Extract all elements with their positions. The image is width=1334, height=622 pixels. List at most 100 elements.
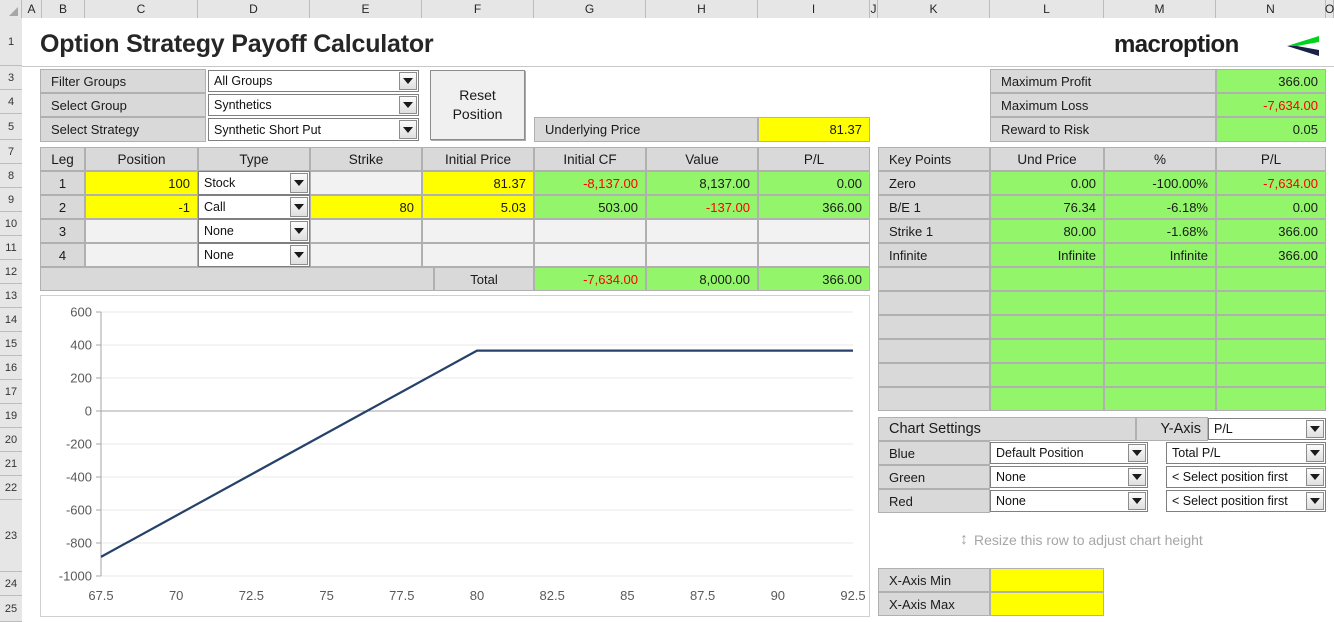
column-header-I[interactable]: I — [758, 0, 870, 18]
chevron-down-icon[interactable] — [1306, 492, 1324, 510]
leg-type-dropdown[interactable]: None — [198, 243, 310, 267]
reset-button-line1: Reset — [459, 87, 496, 104]
row-header-24[interactable]: 24 — [0, 572, 22, 596]
chevron-down-icon[interactable] — [290, 173, 308, 193]
column-header-E[interactable]: E — [310, 0, 422, 18]
chevron-down-icon[interactable] — [290, 197, 308, 217]
select-strategy-dropdown[interactable]: Synthetic Short Put — [208, 118, 419, 141]
row-header-1[interactable]: 1 — [0, 18, 22, 66]
leg-position-input[interactable]: -1 — [85, 195, 198, 219]
column-header-B[interactable]: B — [42, 0, 85, 18]
x-axis-min-input[interactable] — [990, 568, 1104, 592]
x-axis-max-input[interactable] — [990, 592, 1104, 616]
chart-series-red-position-value: None — [996, 494, 1026, 508]
chevron-down-icon[interactable] — [1306, 444, 1324, 462]
leg-strike-input[interactable] — [310, 243, 422, 267]
chart-series-red-position-dropdown[interactable]: None — [990, 490, 1148, 512]
row-header-21[interactable]: 21 — [0, 452, 22, 476]
filter-groups-dropdown[interactable]: All Groups — [208, 70, 419, 92]
leg-strike-input[interactable] — [310, 219, 422, 243]
svg-text:-600: -600 — [66, 503, 92, 518]
leg-type-dropdown[interactable]: None — [198, 219, 310, 243]
select-group-label: Select Group — [40, 93, 206, 117]
chevron-down-icon[interactable] — [1128, 444, 1146, 462]
y-axis-dropdown[interactable]: P/L — [1208, 418, 1326, 440]
row-header-4[interactable]: 4 — [0, 90, 22, 114]
leg-type-dropdown[interactable]: Call — [198, 195, 310, 219]
row-header-11[interactable]: 11 — [0, 236, 22, 260]
underlying-price-input[interactable]: 81.37 — [758, 117, 870, 142]
column-header-G[interactable]: G — [534, 0, 646, 18]
row-header-3[interactable]: 3 — [0, 66, 22, 90]
leg-pl: 366.00 — [758, 195, 870, 219]
column-header-A[interactable]: A — [22, 0, 42, 18]
column-header-D[interactable]: D — [198, 0, 310, 18]
chevron-down-icon[interactable] — [1128, 492, 1146, 510]
row-header-19[interactable]: 19 — [0, 404, 22, 428]
column-header-L[interactable]: L — [990, 0, 1104, 18]
chart-series-green-position-dropdown[interactable]: None — [990, 466, 1148, 488]
row-header-16[interactable]: 16 — [0, 356, 22, 380]
keypoint-und-price: 76.34 — [990, 195, 1104, 219]
payoff-chart[interactable]: -1000 -800 -600 -400 -200 0 200 400 600 67.5 70 72.… — [40, 295, 870, 617]
chevron-down-icon[interactable] — [1306, 420, 1324, 438]
keypoint-name: Zero — [878, 171, 990, 195]
select-group-dropdown[interactable]: Synthetics — [208, 94, 419, 116]
chevron-down-icon[interactable] — [290, 221, 308, 241]
column-header-N[interactable]: N — [1216, 0, 1326, 18]
leg-initial-price-input[interactable]: 81.37 — [422, 171, 534, 195]
row-header-9[interactable]: 9 — [0, 188, 22, 212]
chevron-down-icon[interactable] — [1128, 468, 1146, 486]
column-header-H[interactable]: H — [646, 0, 758, 18]
column-header-C[interactable]: C — [85, 0, 198, 18]
chevron-down-icon[interactable] — [399, 120, 417, 139]
row-header-10[interactable]: 10 — [0, 212, 22, 236]
select-strategy-label: Select Strategy — [40, 117, 206, 142]
chart-settings-title: Chart Settings — [878, 417, 1136, 441]
leg-position-input[interactable]: 100 — [85, 171, 198, 195]
chevron-down-icon[interactable] — [399, 96, 417, 114]
row-header-23[interactable]: 23 — [0, 500, 22, 572]
reward-to-risk-value: 0.05 — [1216, 117, 1326, 142]
chart-series-blue-position-dropdown[interactable]: Default Position — [990, 442, 1148, 464]
keypoint-pct: -6.18% — [1104, 195, 1216, 219]
leg-type-value: Call — [204, 200, 226, 214]
leg-position-input[interactable] — [85, 219, 198, 243]
row-header-20[interactable]: 20 — [0, 428, 22, 452]
row-header-13[interactable]: 13 — [0, 284, 22, 308]
leg-type-value: Stock — [204, 176, 236, 190]
chevron-down-icon[interactable] — [399, 72, 417, 90]
row-header-12[interactable]: 12 — [0, 260, 22, 284]
chart-series-blue-series-dropdown[interactable]: Total P/L — [1166, 442, 1326, 464]
leg-position-input[interactable] — [85, 243, 198, 267]
row-header-22[interactable]: 22 — [0, 476, 22, 500]
keypoint-blank-cell — [1104, 363, 1216, 387]
resize-row-hint: ↕ Resize this row to adjust chart height — [960, 531, 1203, 549]
chart-series-green-series-dropdown[interactable]: < Select position first — [1166, 466, 1326, 488]
column-header-F[interactable]: F — [422, 0, 534, 18]
row-header-17[interactable]: 17 — [0, 380, 22, 404]
column-header-K[interactable]: K — [878, 0, 990, 18]
leg-initial-price-input[interactable] — [422, 243, 534, 267]
select-all-corner[interactable] — [0, 0, 22, 18]
leg-strike-input[interactable]: 80 — [310, 195, 422, 219]
leg-strike-input[interactable] — [310, 171, 422, 195]
chevron-down-icon[interactable] — [290, 245, 308, 265]
row-header-7[interactable]: 7 — [0, 140, 22, 164]
column-header-O[interactable]: O — [1325, 0, 1334, 18]
row-header-25[interactable]: 25 — [0, 596, 22, 622]
leg-type-dropdown[interactable]: Stock — [198, 171, 310, 195]
reset-position-button[interactable]: Reset Position — [430, 70, 525, 140]
chart-series-red-series-dropdown[interactable]: < Select position first — [1166, 490, 1326, 512]
keypoint-blank-cell — [990, 315, 1104, 339]
row-header-14[interactable]: 14 — [0, 308, 22, 332]
row-header-15[interactable]: 15 — [0, 332, 22, 356]
svg-text:90: 90 — [771, 588, 785, 603]
chevron-down-icon[interactable] — [1306, 468, 1324, 486]
leg-initial-price-input[interactable]: 5.03 — [422, 195, 534, 219]
leg-initial-price-input[interactable] — [422, 219, 534, 243]
column-header-M[interactable]: M — [1104, 0, 1216, 18]
row-header-5[interactable]: 5 — [0, 114, 22, 140]
row-header-8[interactable]: 8 — [0, 164, 22, 188]
column-header-J[interactable]: J — [870, 0, 878, 18]
